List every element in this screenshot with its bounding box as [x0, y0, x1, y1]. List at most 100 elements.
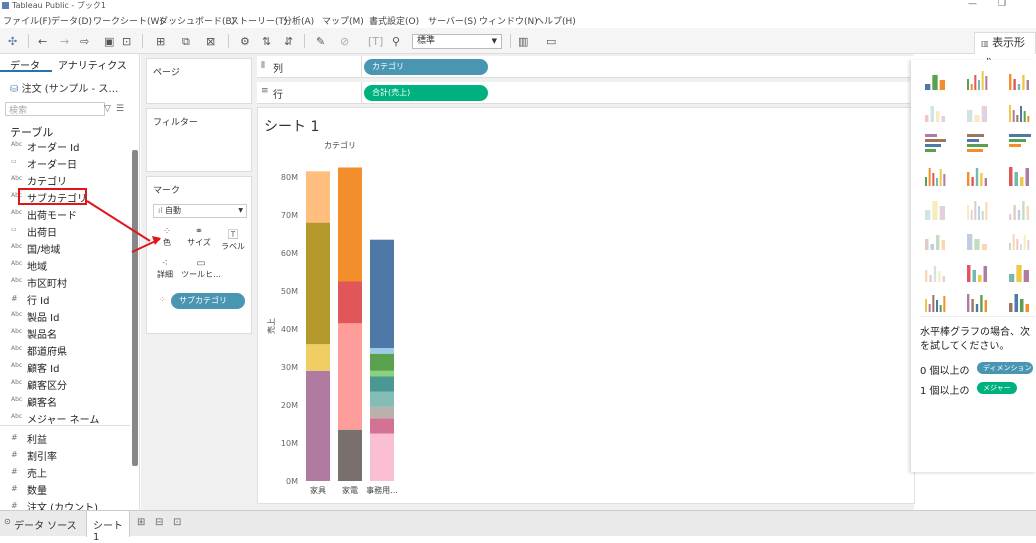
chart-type-thumbnail[interactable]	[1007, 290, 1033, 312]
dimension-field[interactable]: Abc 市区町村	[0, 273, 140, 290]
rows-pill[interactable]: 合計(売上)	[364, 85, 488, 101]
chart-type-thumbnail[interactable]	[1007, 164, 1033, 186]
fit-dropdown[interactable]: 標準 ▼	[412, 34, 502, 49]
label-button[interactable]: 🅃 ラベル	[219, 225, 247, 253]
measure-field[interactable]: # 利益	[0, 429, 140, 446]
dimension-field[interactable]: Abc 都道府県	[0, 341, 140, 358]
datasource-row[interactable]: ⛁ 注文 (サンプル - ス…	[10, 80, 118, 95]
bar-segment[interactable]	[370, 370, 394, 377]
bar-segment[interactable]	[370, 353, 394, 371]
chart-type-thumbnail[interactable]	[965, 68, 991, 90]
new-story-icon[interactable]: ⊡	[173, 517, 181, 528]
undo-icon[interactable]: ←	[38, 35, 47, 48]
bar-segment[interactable]	[370, 433, 394, 482]
menu-file[interactable]: ファイル(F)	[3, 14, 51, 27]
group-icon[interactable]: ⊘	[340, 35, 349, 48]
chart-type-thumbnail[interactable]	[1007, 100, 1033, 122]
data-pane-scrollbar[interactable]	[132, 150, 138, 466]
new-dashboard-icon[interactable]: ⊟	[155, 517, 163, 528]
measure-field[interactable]: # 売上	[0, 463, 140, 480]
rows-shelf[interactable]: ≡ 行 合計(売上)	[257, 82, 914, 104]
tab-analytics[interactable]: アナリティクス	[58, 57, 127, 72]
view-options-icon[interactable]: ☰	[116, 104, 124, 114]
menu-worksheet[interactable]: ワークシート(W)	[93, 14, 163, 27]
swap-axes-icon[interactable]: ⚙	[240, 35, 250, 48]
maximize-button[interactable]: ❐	[998, 0, 1006, 9]
chart-type-thumbnail[interactable]	[965, 132, 991, 154]
dimension-field[interactable]: ▭ オーダー日	[0, 154, 140, 171]
sort-ascending-icon[interactable]: ⇅	[262, 35, 271, 48]
chart-type-thumbnail[interactable]	[965, 198, 991, 220]
clear-sheet-icon[interactable]: ⊠	[206, 35, 215, 48]
bar-segment[interactable]	[306, 171, 330, 223]
bar-segment[interactable]	[338, 281, 362, 324]
chart-type-thumbnail[interactable]	[965, 228, 991, 250]
new-worksheet-icon[interactable]: ⊞	[137, 517, 145, 528]
chart-type-thumbnail[interactable]	[965, 260, 991, 282]
presentation-icon[interactable]: ▭	[546, 35, 556, 48]
sort-descending-icon[interactable]: ⇵	[284, 35, 293, 48]
chart-type-thumbnail[interactable]	[923, 198, 949, 220]
menu-map[interactable]: マップ(M)	[322, 14, 364, 27]
chart-type-thumbnail[interactable]	[965, 290, 991, 312]
dimension-field[interactable]: # 行 Id	[0, 290, 140, 307]
sheet-tab[interactable]: シート 1	[86, 511, 130, 543]
bar-segment[interactable]	[338, 429, 362, 481]
chart-icon[interactable]: ▥	[518, 35, 528, 48]
chart-type-thumbnail[interactable]	[1007, 228, 1033, 250]
chart-type-thumbnail[interactable]	[923, 100, 949, 122]
dimension-field[interactable]: Abc 国/地域	[0, 239, 140, 256]
detail-button[interactable]: ⁖ 詳細	[151, 257, 179, 285]
menu-format[interactable]: 書式設定(O)	[369, 14, 419, 27]
color-pill[interactable]: サブカテゴリ	[171, 293, 245, 309]
bar-segment[interactable]	[338, 167, 362, 282]
new-sheet-icon[interactable]: ⊞	[156, 35, 165, 48]
filter-icon[interactable]: ▽	[104, 104, 111, 114]
bar-segment[interactable]	[338, 323, 362, 430]
chart-type-thumbnail[interactable]	[923, 290, 949, 312]
swap-icon[interactable]: ⇨	[80, 35, 89, 48]
menu-help[interactable]: ヘルプ(H)	[535, 14, 576, 27]
dimension-field[interactable]: Abc 顧客区分	[0, 375, 140, 392]
menu-story[interactable]: ストーリー(T)	[230, 14, 288, 27]
tableau-icon[interactable]: ✣	[8, 35, 17, 48]
tooltip-button[interactable]: ▭ ツールヒ...	[181, 257, 221, 285]
chart-type-thumbnail[interactable]	[1007, 68, 1033, 90]
measure-field[interactable]: # 割引率	[0, 446, 140, 463]
dimension-field[interactable]: Abc オーダー Id	[0, 137, 140, 154]
chart-type-thumbnail[interactable]	[923, 68, 949, 90]
add-datasource-icon[interactable]: ⊡	[122, 35, 131, 48]
dimension-field[interactable]: Abc 地域	[0, 256, 140, 273]
bar-segment[interactable]	[370, 348, 394, 354]
chart-type-thumbnail[interactable]	[965, 100, 991, 122]
dimension-field[interactable]: Abc 製品名	[0, 324, 140, 341]
bar-segment[interactable]	[370, 376, 394, 392]
chart-type-thumbnail[interactable]	[923, 228, 949, 250]
chart-type-thumbnail[interactable]	[1007, 132, 1033, 154]
show-me-tab[interactable]: ▥ 表示形式	[974, 32, 1036, 70]
dimension-field[interactable]: Abc 顧客 Id	[0, 358, 140, 375]
menu-window[interactable]: ウィンドウ(N)	[479, 14, 538, 27]
color-button[interactable]: ⁘ 色	[153, 225, 181, 253]
chart-type-thumbnail[interactable]	[923, 132, 949, 154]
filters-shelf[interactable]: フィルター	[146, 108, 252, 172]
chart-type-thumbnail[interactable]	[1007, 260, 1033, 282]
bar-segment[interactable]	[370, 406, 394, 419]
bar-segment[interactable]	[370, 239, 394, 348]
save-icon[interactable]: ▣	[104, 35, 114, 48]
highlight-icon[interactable]: ✎	[316, 35, 325, 48]
dimension-field[interactable]: Abc 顧客名	[0, 392, 140, 409]
menu-server[interactable]: サーバー(S)	[428, 14, 477, 27]
menu-analysis[interactable]: 分析(A)	[283, 14, 314, 27]
label-icon[interactable]: [T]	[368, 35, 383, 48]
columns-shelf[interactable]: ⦀ 列 カテゴリ	[257, 56, 914, 78]
bar-segment[interactable]	[370, 418, 394, 434]
columns-pill[interactable]: カテゴリ	[364, 59, 488, 75]
menu-dashboard[interactable]: ダッシュボード(B)	[159, 14, 235, 27]
datasource-tab[interactable]: データ ソース	[14, 517, 77, 532]
pin-icon[interactable]: ⚲	[392, 35, 400, 48]
size-button[interactable]: ⚭ サイズ	[185, 225, 213, 253]
dimension-field[interactable]: Abc 出荷モード	[0, 205, 140, 222]
chart-type-thumbnail[interactable]	[965, 164, 991, 186]
chart-type-thumbnail[interactable]	[923, 260, 949, 282]
